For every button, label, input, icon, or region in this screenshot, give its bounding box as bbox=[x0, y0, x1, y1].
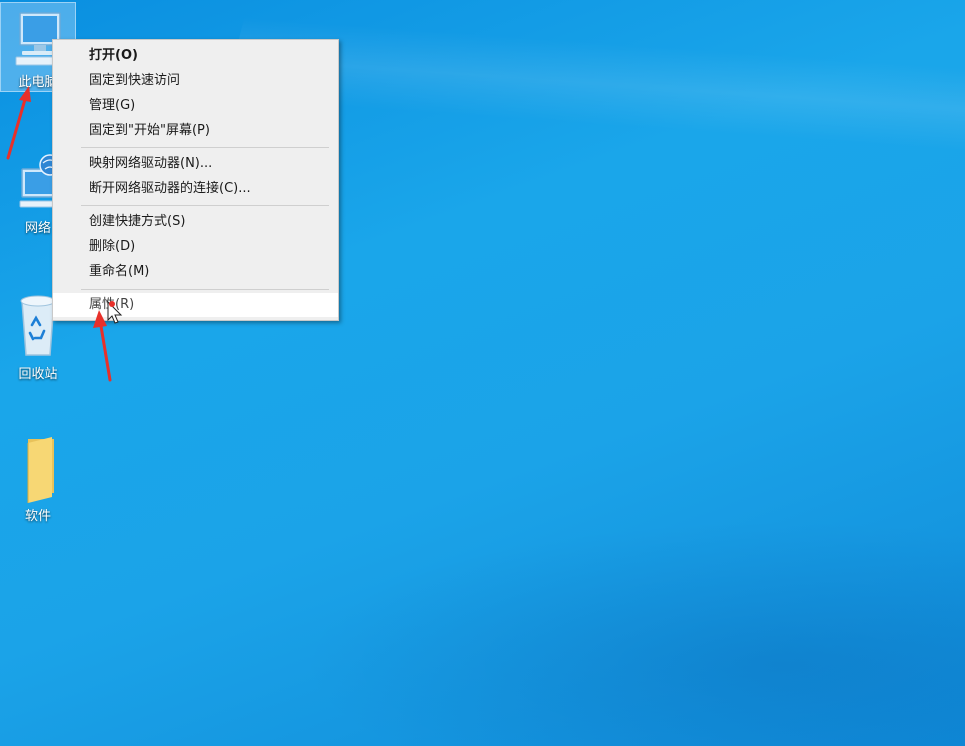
menu-separator bbox=[81, 147, 329, 148]
menu-item-rename[interactable]: 重命名(M) bbox=[53, 260, 338, 284]
menu-item-open[interactable]: 打开(O) bbox=[53, 44, 338, 68]
menu-item-pin-quick-access[interactable]: 固定到快速访问 bbox=[53, 69, 338, 93]
desktop-icon-label: 软件 bbox=[24, 509, 51, 524]
folder-icon bbox=[27, 437, 54, 503]
menu-item-map-network-drive[interactable]: 映射网络驱动器(N)... bbox=[53, 152, 338, 176]
desktop[interactable]: 此电脑 网络 回收站 软件 打开(O) 固定到快速访问 管理(G) 固定到"开始… bbox=[0, 0, 965, 746]
menu-item-disconnect-network-drive[interactable]: 断开网络驱动器的连接(C)... bbox=[53, 177, 338, 201]
menu-item-manage[interactable]: 管理(G) bbox=[53, 94, 338, 118]
desktop-icon-label: 回收站 bbox=[18, 367, 58, 382]
menu-item-properties[interactable]: 属性(R) bbox=[53, 293, 338, 317]
desktop-icon-software-folder[interactable]: 软件 bbox=[0, 430, 76, 526]
folder-tile: 软件 bbox=[0, 430, 76, 526]
menu-item-pin-start[interactable]: 固定到"开始"屏幕(P) bbox=[53, 119, 338, 143]
menu-separator bbox=[81, 205, 329, 206]
wallpaper-shadow bbox=[300, 520, 965, 746]
context-menu: 打开(O) 固定到快速访问 管理(G) 固定到"开始"屏幕(P) 映射网络驱动器… bbox=[52, 39, 339, 321]
menu-separator bbox=[81, 289, 329, 290]
menu-item-create-shortcut[interactable]: 创建快捷方式(S) bbox=[53, 210, 338, 234]
menu-item-delete[interactable]: 删除(D) bbox=[53, 235, 338, 259]
